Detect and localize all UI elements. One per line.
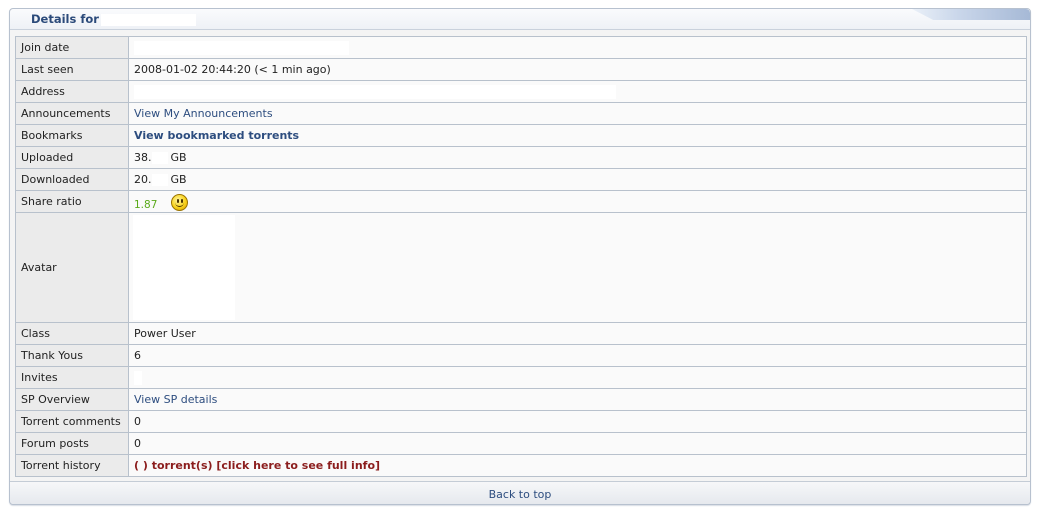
thank-yous-value: 6: [128, 344, 1027, 367]
class-value: Power User: [128, 322, 1027, 345]
table-row: Thank Yous 6: [15, 344, 1027, 367]
class-label: Class: [15, 322, 129, 345]
address-label: Address: [15, 80, 129, 103]
share-ratio-label: Share ratio: [15, 190, 129, 213]
table-row: Uploaded 38. GB: [15, 146, 1027, 169]
table-row: Join date: [15, 36, 1027, 59]
address-value: [128, 80, 1027, 103]
table-row: Announcements View My Announcements: [15, 102, 1027, 125]
table-row: Torrent history ( ) torrent(s) [click he…: [15, 454, 1027, 477]
redacted-block: [151, 174, 168, 186]
avatar-label: Avatar: [15, 212, 129, 323]
torrent-history-label: Torrent history: [15, 454, 129, 477]
ratio-number: 1.87: [134, 198, 158, 211]
bookmarks-label: Bookmarks: [15, 124, 129, 147]
uploaded-value: 38. GB: [128, 146, 1027, 169]
table-row: Class Power User: [15, 322, 1027, 345]
announcements-label: Announcements: [15, 102, 129, 125]
avatar-cell: [128, 212, 1027, 323]
table-row: Share ratio 1.87: [15, 190, 1027, 213]
view-sp-details-link[interactable]: View SP details: [134, 393, 217, 406]
table-row: Forum posts 0: [15, 432, 1027, 455]
view-bookmarks-link[interactable]: View bookmarked torrents: [134, 129, 299, 142]
redacted-block: [134, 370, 142, 385]
downloaded-label: Downloaded: [15, 168, 129, 191]
sp-overview-label: SP Overview: [15, 388, 129, 411]
torrent-comments-label: Torrent comments: [15, 410, 129, 433]
share-ratio-value: 1.87: [128, 190, 1027, 213]
details-table: Join date Last seen 2008-01-02 20:44:20 …: [15, 36, 1027, 477]
torrent-history-link[interactable]: ( ) torrent(s) [click here to see full i…: [134, 459, 380, 472]
torrent-comments-value: 0: [128, 410, 1027, 433]
back-to-top-link[interactable]: Back to top: [489, 488, 552, 501]
panel-footer: Back to top: [10, 481, 1030, 504]
invites-label: Invites: [15, 366, 129, 389]
table-row: Bookmarks View bookmarked torrents: [15, 124, 1027, 147]
user-details-panel: Details for Join date Last seen 2008-01-…: [9, 8, 1031, 505]
smiley-icon: [171, 193, 189, 211]
join-date-label: Join date: [15, 36, 129, 59]
table-row: Torrent comments 0: [15, 410, 1027, 433]
redacted-block: [134, 84, 616, 99]
panel-header: Details for: [10, 9, 1030, 30]
table-row: Downloaded 20. GB: [15, 168, 1027, 191]
avatar: [133, 215, 235, 320]
table-row: SP Overview View SP details: [15, 388, 1027, 411]
header-corner-decoration: [912, 9, 1030, 20]
table-row: Address: [15, 80, 1027, 103]
thank-yous-label: Thank Yous: [15, 344, 129, 367]
panel-title: Details for: [31, 12, 196, 26]
username-redacted: [100, 13, 196, 26]
redacted-block: [134, 40, 349, 55]
join-date-value: [128, 36, 1027, 59]
view-announcements-link[interactable]: View My Announcements: [134, 107, 273, 120]
last-seen-label: Last seen: [15, 58, 129, 81]
redacted-block: [151, 152, 168, 164]
table-row: Avatar: [15, 212, 1027, 323]
table-row: Invites: [15, 366, 1027, 389]
uploaded-label: Uploaded: [15, 146, 129, 169]
forum-posts-value: 0: [128, 432, 1027, 455]
last-seen-value: 2008-01-02 20:44:20 (< 1 min ago): [128, 58, 1027, 81]
downloaded-value: 20. GB: [128, 168, 1027, 191]
table-row: Last seen 2008-01-02 20:44:20 (< 1 min a…: [15, 58, 1027, 81]
invites-value: [128, 366, 1027, 389]
forum-posts-label: Forum posts: [15, 432, 129, 455]
